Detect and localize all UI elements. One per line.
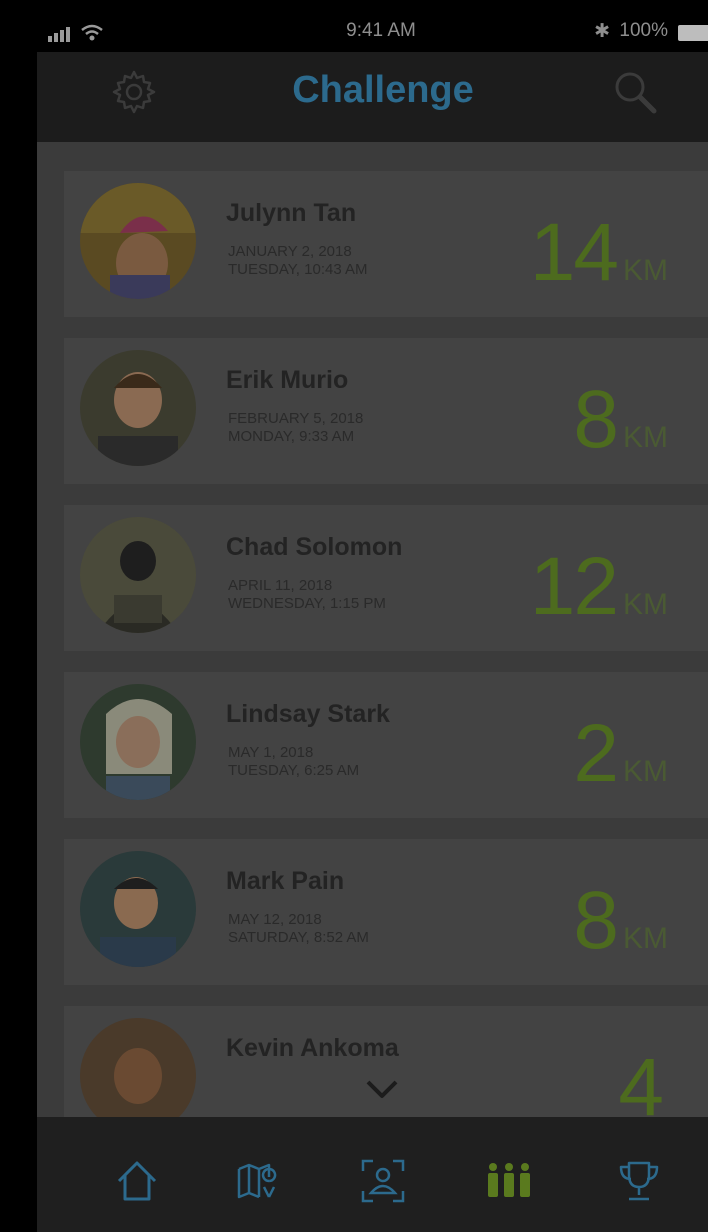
entry-date: MAY 12, 2018 SATURDAY, 8:52 AM bbox=[228, 911, 369, 947]
entry-distance: 8 KM bbox=[573, 379, 668, 461]
entry-distance: 12 KM bbox=[530, 546, 668, 628]
entry-date: APRIL 11, 2018 WEDNESDAY, 1:15 PM bbox=[228, 577, 386, 613]
entry-name: Julynn Tan bbox=[226, 199, 357, 227]
entry-distance: 8 KM bbox=[573, 880, 668, 962]
list-item[interactable]: Lindsay Stark MAY 1, 2018 TUESDAY, 6:25 … bbox=[64, 672, 708, 818]
entry-date: FEBRUARY 5, 2018 MONDAY, 9:33 AM bbox=[228, 410, 363, 446]
distance-value: 12 bbox=[529, 541, 619, 632]
avatar bbox=[80, 1018, 196, 1117]
list-item[interactable]: Mark Pain MAY 12, 2018 SATURDAY, 8:52 AM… bbox=[64, 839, 708, 985]
entry-daytime-line: SATURDAY, 8:52 AM bbox=[228, 929, 369, 946]
chevron-down-icon[interactable] bbox=[365, 1078, 399, 1100]
page-title: Challenge bbox=[292, 69, 474, 111]
entry-date-line: MAY 12, 2018 bbox=[228, 911, 322, 928]
distance-unit: KM bbox=[623, 588, 668, 621]
entry-name: Mark Pain bbox=[226, 867, 345, 895]
distance-value: 2 bbox=[573, 708, 619, 799]
home-icon[interactable] bbox=[113, 1157, 161, 1205]
entry-date-line: MAY 1, 2018 bbox=[228, 744, 314, 761]
entry-name: Lindsay Stark bbox=[226, 700, 390, 728]
entry-name: Chad Solomon bbox=[226, 533, 403, 561]
distance-value: 8 bbox=[573, 374, 619, 465]
distance-unit: KM bbox=[623, 922, 668, 955]
avatar bbox=[80, 851, 196, 967]
distance-unit: KM bbox=[623, 421, 668, 454]
entry-daytime-line: TUESDAY, 10:43 AM bbox=[228, 261, 368, 278]
entry-date: MAY 1, 2018 TUESDAY, 6:25 AM bbox=[228, 744, 359, 780]
tab-bar bbox=[37, 1117, 708, 1232]
profile-scan-icon[interactable] bbox=[359, 1157, 407, 1205]
map-icon[interactable] bbox=[233, 1157, 281, 1205]
list-item[interactable]: Chad Solomon APRIL 11, 2018 WEDNESDAY, 1… bbox=[64, 505, 708, 651]
list-item[interactable]: Erik Murio FEBRUARY 5, 2018 MONDAY, 9:33… bbox=[64, 338, 708, 484]
bluetooth-icon: ✱ bbox=[594, 21, 610, 42]
entry-distance: 2 KM bbox=[573, 713, 668, 795]
entry-name: Kevin Ankoma bbox=[226, 1034, 399, 1062]
trophy-icon[interactable] bbox=[615, 1157, 663, 1205]
entry-daytime-line: MONDAY, 9:33 AM bbox=[228, 428, 355, 445]
distance-unit: KM bbox=[623, 755, 668, 788]
search-icon[interactable] bbox=[610, 67, 660, 117]
avatar bbox=[80, 350, 196, 466]
distance-value: 14 bbox=[529, 207, 619, 298]
entry-date-line: APRIL 11, 2018 bbox=[228, 577, 333, 594]
entry-distance: 4 bbox=[618, 1047, 668, 1118]
challenge-list[interactable]: Julynn Tan JANUARY 2, 2018 TUESDAY, 10:4… bbox=[37, 142, 708, 1117]
avatar bbox=[80, 183, 196, 299]
entry-name: Erik Murio bbox=[226, 366, 349, 394]
distance-unit: KM bbox=[623, 254, 668, 287]
list-item[interactable]: Kevin Ankoma 4 bbox=[64, 1006, 708, 1117]
nav-bar: Challenge bbox=[37, 52, 708, 142]
entry-date-line: JANUARY 2, 2018 bbox=[228, 243, 352, 260]
entry-daytime-line: WEDNESDAY, 1:15 PM bbox=[228, 595, 386, 612]
battery-percent: 100% bbox=[619, 20, 668, 41]
distance-value: 8 bbox=[573, 875, 619, 966]
distance-value: 4 bbox=[618, 1042, 664, 1118]
battery-icon bbox=[678, 25, 708, 41]
avatar bbox=[80, 517, 196, 633]
entry-date-line: FEBRUARY 5, 2018 bbox=[228, 410, 364, 427]
entry-date: JANUARY 2, 2018 TUESDAY, 10:43 AM bbox=[228, 243, 368, 279]
list-item[interactable]: Julynn Tan JANUARY 2, 2018 TUESDAY, 10:4… bbox=[64, 171, 708, 317]
status-bar: 9:41 AM ✱ 100% bbox=[0, 16, 708, 52]
group-icon[interactable] bbox=[485, 1157, 533, 1205]
avatar bbox=[80, 684, 196, 800]
entry-daytime-line: TUESDAY, 6:25 AM bbox=[228, 762, 360, 779]
entry-distance: 14 KM bbox=[530, 212, 668, 294]
